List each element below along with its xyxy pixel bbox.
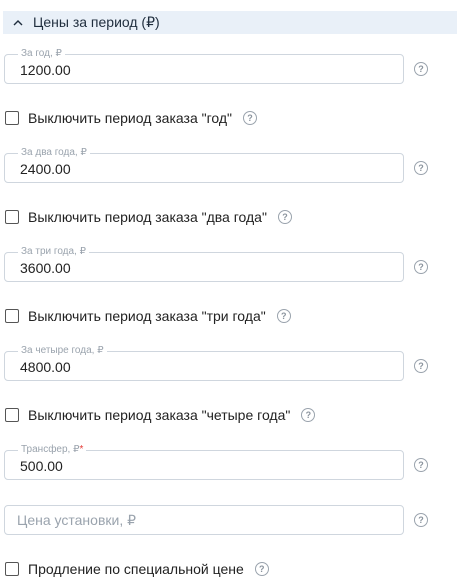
- help-icon[interactable]: ?: [277, 210, 292, 224]
- disable-year-checkbox[interactable]: [5, 111, 19, 125]
- help-icon[interactable]: ?: [276, 309, 291, 323]
- disable-three-years-checkbox[interactable]: [5, 309, 19, 323]
- price-three-years-label: За три года, ₽: [18, 246, 89, 258]
- disable-four-years-row[interactable]: Выключить период заказа "четыре года" ?: [5, 407, 316, 423]
- price-three-years-value[interactable]: 3600.00: [20, 260, 71, 276]
- disable-four-years-label[interactable]: Выключить период заказа "четыре года": [28, 407, 290, 423]
- price-four-years-label: За четыре года, ₽: [18, 345, 107, 357]
- disable-three-years-row[interactable]: Выключить период заказа "три года" ?: [5, 308, 291, 324]
- help-icon[interactable]: ?: [301, 408, 316, 422]
- help-icon[interactable]: ?: [254, 562, 269, 576]
- transfer-price-label: Трансфер, ₽*: [18, 444, 87, 456]
- price-two-years-value[interactable]: 2400.00: [20, 161, 71, 177]
- help-icon[interactable]: ?: [414, 513, 428, 527]
- section-title: Цены за период (₽): [33, 14, 160, 30]
- install-price-field[interactable]: [4, 505, 404, 535]
- disable-four-years-checkbox[interactable]: [5, 408, 19, 422]
- price-three-years-field[interactable]: За три года, ₽ 3600.00: [4, 246, 404, 282]
- special-renewal-row[interactable]: Продление по специальной цене ?: [5, 561, 269, 577]
- price-four-years-value[interactable]: 4800.00: [20, 359, 71, 375]
- help-icon[interactable]: ?: [414, 260, 428, 274]
- section-header-period-prices[interactable]: Цены за период (₽): [3, 11, 457, 34]
- disable-three-years-label[interactable]: Выключить период заказа "три года": [28, 308, 266, 324]
- disable-year-label[interactable]: Выключить период заказа "год": [28, 110, 232, 126]
- disable-two-years-label[interactable]: Выключить период заказа "два года": [28, 209, 267, 225]
- required-mark: *: [79, 444, 84, 455]
- disable-two-years-row[interactable]: Выключить период заказа "два года" ?: [5, 209, 292, 225]
- price-four-years-field[interactable]: За четыре года, ₽ 4800.00: [4, 345, 404, 381]
- special-renewal-checkbox[interactable]: [5, 562, 19, 576]
- transfer-price-value[interactable]: 500.00: [20, 458, 63, 474]
- price-two-years-field[interactable]: За два года, ₽ 2400.00: [4, 147, 404, 183]
- help-icon[interactable]: ?: [414, 161, 428, 175]
- transfer-price-field[interactable]: Трансфер, ₽* 500.00: [4, 444, 404, 480]
- chevron-up-icon[interactable]: [12, 17, 24, 29]
- special-renewal-label[interactable]: Продление по специальной цене: [28, 561, 244, 577]
- help-icon[interactable]: ?: [414, 359, 428, 373]
- help-icon[interactable]: ?: [414, 62, 428, 76]
- install-price-input[interactable]: [6, 507, 402, 533]
- disable-year-row[interactable]: Выключить период заказа "год" ?: [5, 110, 258, 126]
- help-icon[interactable]: ?: [414, 458, 428, 472]
- price-year-label: За год, ₽: [18, 48, 65, 60]
- price-two-years-label: За два года, ₽: [18, 147, 90, 159]
- help-icon[interactable]: ?: [243, 111, 258, 125]
- price-year-field[interactable]: За год, ₽ 1200.00: [4, 48, 404, 84]
- price-year-value[interactable]: 1200.00: [20, 62, 71, 78]
- disable-two-years-checkbox[interactable]: [5, 210, 19, 224]
